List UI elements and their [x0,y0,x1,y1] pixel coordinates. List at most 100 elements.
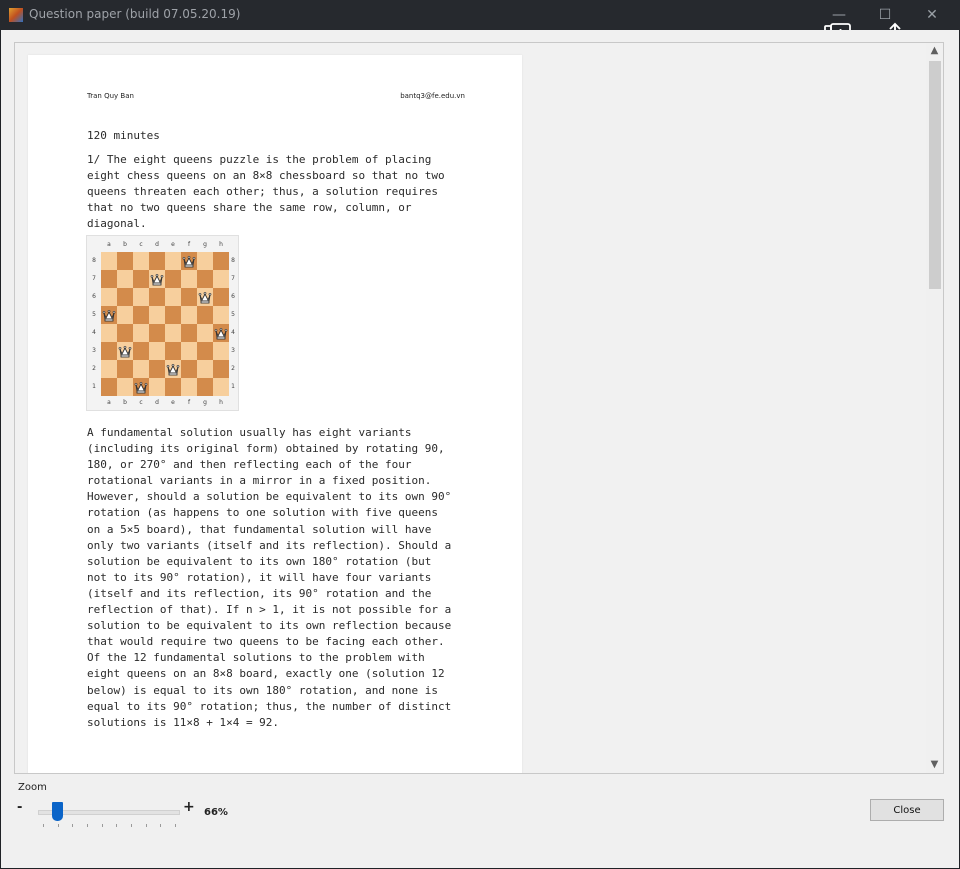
rank-label: 6 [231,293,235,300]
window-title: Question paper (build 07.05.20.19) [29,7,241,21]
file-label: a [107,399,111,406]
author-email: bantq3@fe.edu.vn [400,92,465,100]
square-e6 [165,288,181,306]
square-f5 [181,306,197,324]
close-window-button[interactable]: ✕ [917,4,947,26]
rank-label: 6 [92,293,96,300]
square-e7 [165,270,181,288]
square-b7 [117,270,133,288]
zoom-out-button[interactable]: - [17,800,22,815]
vertical-scrollbar[interactable]: ▲ ▼ [926,43,943,773]
zoom-label: Zoom [18,782,47,793]
file-label: g [203,241,207,248]
queen-icon [166,363,180,376]
queen-icon [182,255,196,268]
square-h2 [213,360,229,378]
square-c4 [133,324,149,342]
square-h6 [213,288,229,306]
chessboard [101,252,229,396]
square-g4 [197,324,213,342]
zoom-slider-thumb[interactable] [52,802,64,821]
square-e1 [165,378,181,396]
square-e4 [165,324,181,342]
zoom-slider-ticks [43,824,176,828]
zoom-tick [57,824,59,827]
square-a3 [101,342,117,360]
square-c5 [133,306,149,324]
square-d7 [149,270,165,288]
square-a5 [101,306,117,324]
scroll-up-arrow-icon[interactable]: ▲ [926,43,943,59]
zoom-tick [43,824,44,827]
square-d8 [149,252,165,270]
square-c7 [133,270,149,288]
square-g1 [197,378,213,396]
file-label: e [171,399,175,406]
zoom-tick [87,824,88,827]
question-page: Tran Quy Ban bantq3@fe.edu.vn 120 minute… [28,55,522,773]
file-label: h [219,241,223,248]
file-label: a [107,241,111,248]
square-g8 [197,252,213,270]
rank-label: 5 [231,311,235,318]
square-b5 [117,306,133,324]
file-label: g [203,399,207,406]
square-g7 [197,270,213,288]
square-a8 [101,252,117,270]
rank-label: 4 [92,329,96,336]
close-button[interactable]: Close [870,799,944,821]
explanation-text: A fundamental solution usually has eight… [87,426,452,729]
rank-label: 2 [92,365,96,372]
square-c3 [133,342,149,360]
square-h5 [213,306,229,324]
square-h7 [213,270,229,288]
queen-icon [134,381,148,394]
square-a6 [101,288,117,306]
square-b2 [117,360,133,378]
rank-label: 7 [231,275,235,282]
square-d3 [149,342,165,360]
zoom-tick [116,824,118,827]
square-a4 [101,324,117,342]
rank-label: 1 [92,383,96,390]
zoom-tick [72,824,74,827]
scroll-down-arrow-icon[interactable]: ▼ [926,757,943,773]
scrollbar-thumb[interactable] [929,61,941,289]
author-name: Tran Quy Ban [87,92,134,100]
square-g6 [197,288,213,306]
rank-label: 4 [231,329,235,336]
square-e5 [165,306,181,324]
square-h1 [213,378,229,396]
square-h4 [213,324,229,342]
square-a2 [101,360,117,378]
square-f8 [181,252,197,270]
zoom-tick [101,824,103,827]
square-c8 [133,252,149,270]
chessboard-figure: a b c d e f g h a b c d e f g h 8 7 6 5 4 3 2 1 8 7 6 5 4 3 2 1 [86,235,239,411]
square-f4 [181,324,197,342]
file-label: b [123,399,127,406]
zoom-in-button[interactable]: + [183,799,195,815]
file-label: d [155,241,159,248]
zoom-value: 66% [204,807,228,818]
square-d5 [149,306,165,324]
square-g3 [197,342,213,360]
document-viewport[interactable]: Tran Quy Ban bantq3@fe.edu.vn 120 minute… [14,42,944,774]
title-bar: Question paper (build 07.05.20.19) — ☐ ✕ [0,0,960,30]
square-a7 [101,270,117,288]
square-a1 [101,378,117,396]
queen-icon [118,345,132,358]
rank-label: 3 [231,347,235,354]
zoom-tick [175,824,176,827]
square-f7 [181,270,197,288]
square-b3 [117,342,133,360]
rank-label: 5 [92,311,96,318]
square-c2 [133,360,149,378]
square-f2 [181,360,197,378]
queen-icon [150,273,164,286]
square-e8 [165,252,181,270]
square-h3 [213,342,229,360]
square-b4 [117,324,133,342]
queen-icon [198,291,212,304]
file-label: h [219,399,223,406]
